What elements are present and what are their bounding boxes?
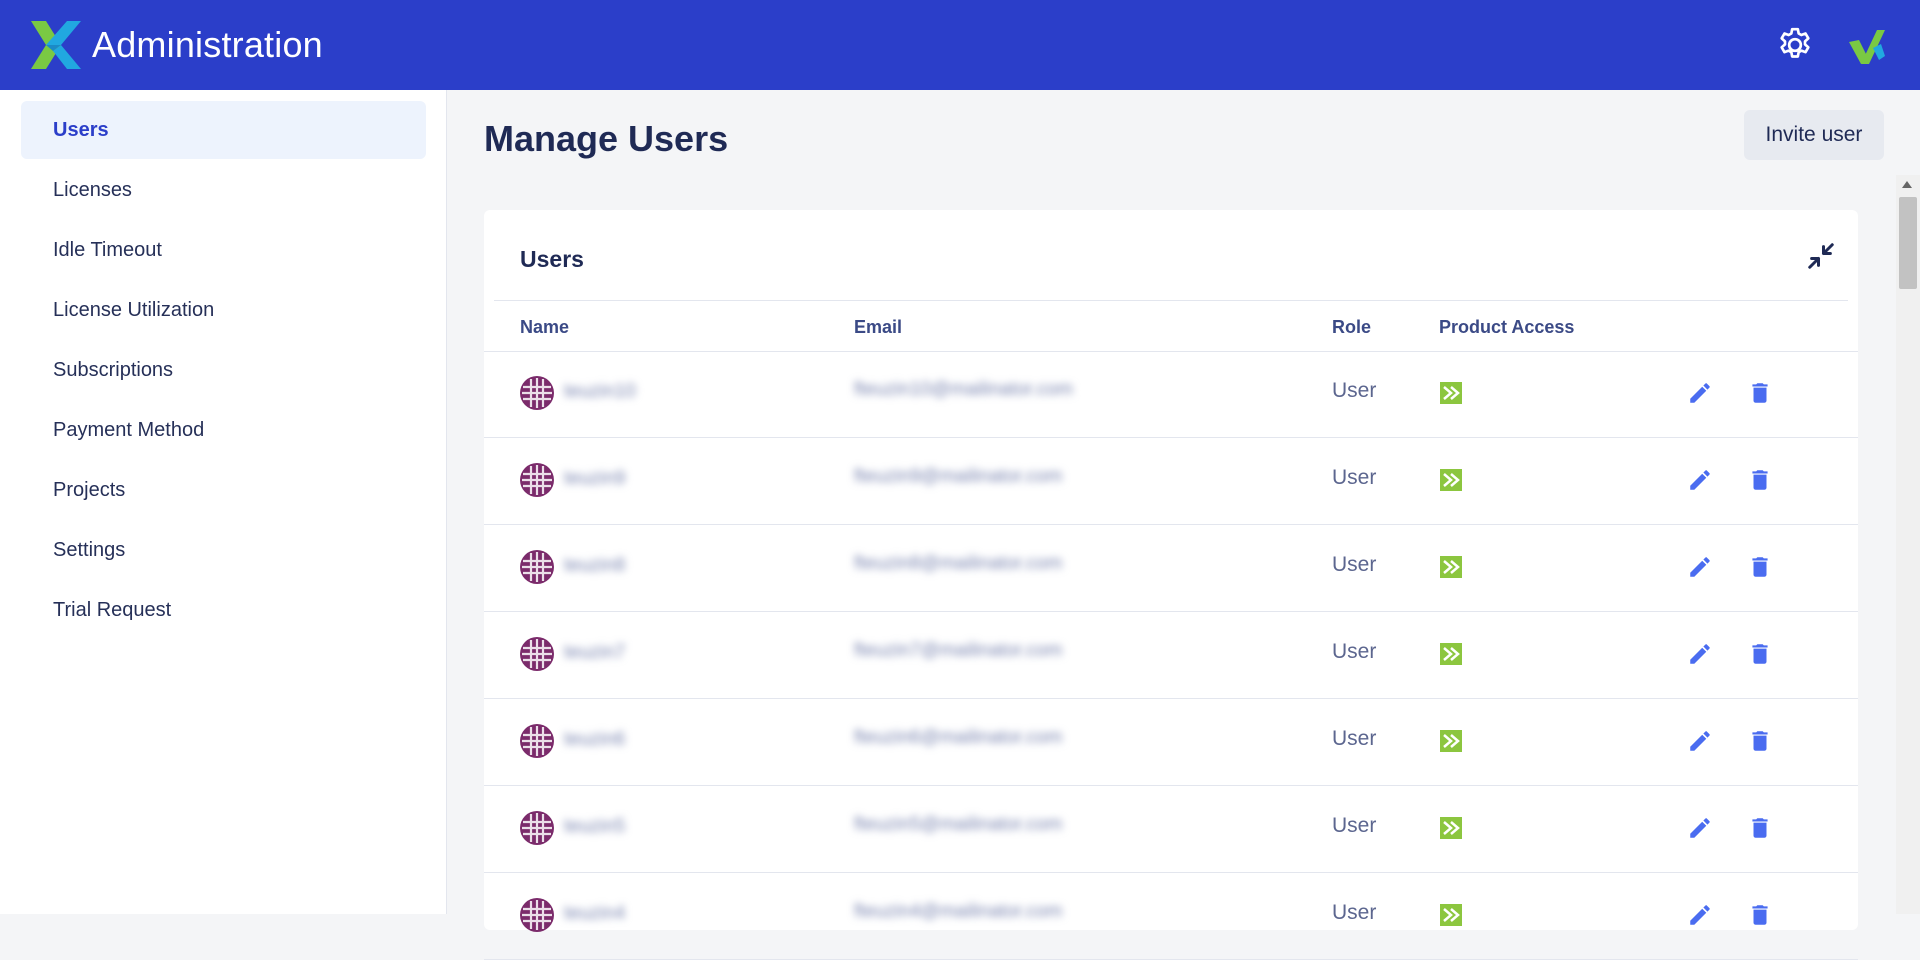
product-access-icon xyxy=(1439,381,1463,405)
user-avatar-icon xyxy=(519,723,555,759)
product-access-icon xyxy=(1439,555,1463,579)
x-logo-icon[interactable] xyxy=(31,21,81,69)
delete-trash-icon[interactable] xyxy=(1747,641,1773,667)
collapse-icon[interactable] xyxy=(1806,241,1836,271)
main-content: Manage Users Invite user Users Name Emai… xyxy=(447,90,1896,960)
app-title: Administration xyxy=(92,24,323,65)
gear-icon[interactable] xyxy=(1775,25,1815,65)
product-access-icon xyxy=(1439,468,1463,492)
delete-trash-icon[interactable] xyxy=(1747,728,1773,754)
page-title: Manage Users xyxy=(484,118,729,159)
sidebar-item-settings[interactable]: Settings xyxy=(21,521,426,579)
product-access-icon xyxy=(1439,642,1463,666)
delete-trash-icon[interactable] xyxy=(1747,815,1773,841)
top-bar: Administration xyxy=(0,0,1920,90)
sidebar: Users Licenses Idle Timeout License Util… xyxy=(0,90,447,914)
delete-trash-icon[interactable] xyxy=(1747,902,1773,928)
user-name: teuzin4 xyxy=(564,903,626,924)
sidebar-item-subscriptions[interactable]: Subscriptions xyxy=(21,341,426,399)
user-avatar-icon xyxy=(519,375,555,411)
user-email: fteuzin6@mailinator.com xyxy=(854,727,1063,748)
edit-pencil-icon[interactable] xyxy=(1687,554,1713,580)
edit-pencil-icon[interactable] xyxy=(1687,641,1713,667)
user-email: fteuzin7@mailinator.com xyxy=(854,640,1063,661)
user-avatar-icon xyxy=(519,462,555,498)
edit-pencil-icon[interactable] xyxy=(1687,815,1713,841)
vertical-scrollbar[interactable] xyxy=(1896,175,1920,914)
user-avatar-icon xyxy=(519,549,555,585)
column-header-email[interactable]: Email xyxy=(854,317,902,338)
scroll-up-arrow-icon[interactable] xyxy=(1902,181,1912,188)
sidebar-item-idle-timeout[interactable]: Idle Timeout xyxy=(21,221,426,279)
sidebar-item-trial-request[interactable]: Trial Request xyxy=(21,581,426,639)
table-row: teuzin4 fteuzin4@mailinator.com User xyxy=(484,873,1858,960)
user-role: User xyxy=(1332,901,1377,924)
user-role: User xyxy=(1332,466,1377,489)
invite-user-button[interactable]: Invite user xyxy=(1744,110,1884,160)
sidebar-item-license-utilization[interactable]: License Utilization xyxy=(21,281,426,339)
brand-avatar-icon[interactable] xyxy=(1847,26,1887,66)
column-header-product-access[interactable]: Product Access xyxy=(1439,317,1574,338)
scroll-thumb[interactable] xyxy=(1899,197,1917,289)
table-row: teuzin9 fteuzin9@mailinator.com User xyxy=(484,438,1858,525)
product-access-icon xyxy=(1439,903,1463,927)
delete-trash-icon[interactable] xyxy=(1747,554,1773,580)
user-role: User xyxy=(1332,379,1377,402)
column-header-role[interactable]: Role xyxy=(1332,317,1371,338)
user-name: teuzin8 xyxy=(564,555,626,576)
edit-pencil-icon[interactable] xyxy=(1687,902,1713,928)
table-header: Name Email Role Product Access xyxy=(484,301,1858,352)
edit-pencil-icon[interactable] xyxy=(1687,467,1713,493)
table-row: teuzin5 fteuzin5@mailinator.com User xyxy=(484,786,1858,873)
user-email: fteuzin9@mailinator.com xyxy=(854,466,1063,487)
sidebar-item-projects[interactable]: Projects xyxy=(21,461,426,519)
table-row: teuzin10 fteuzin10@mailinator.com User xyxy=(484,351,1858,438)
user-email: fteuzin5@mailinator.com xyxy=(854,814,1063,835)
table-row: teuzin8 fteuzin8@mailinator.com User xyxy=(484,525,1858,612)
delete-trash-icon[interactable] xyxy=(1747,467,1773,493)
user-email: fteuzin8@mailinator.com xyxy=(854,553,1063,574)
edit-pencil-icon[interactable] xyxy=(1687,380,1713,406)
edit-pencil-icon[interactable] xyxy=(1687,728,1713,754)
sidebar-item-users[interactable]: Users xyxy=(21,101,426,159)
user-avatar-icon xyxy=(519,897,555,933)
sidebar-item-licenses[interactable]: Licenses xyxy=(21,161,426,219)
product-access-icon xyxy=(1439,816,1463,840)
user-name: teuzin7 xyxy=(564,642,626,663)
table-row: teuzin7 fteuzin7@mailinator.com User xyxy=(484,612,1858,699)
user-email: fteuzin10@mailinator.com xyxy=(854,379,1073,400)
product-access-icon xyxy=(1439,729,1463,753)
user-name: teuzin6 xyxy=(564,729,626,750)
user-email: fteuzin4@mailinator.com xyxy=(854,901,1063,922)
user-role: User xyxy=(1332,553,1377,576)
sidebar-item-payment-method[interactable]: Payment Method xyxy=(21,401,426,459)
user-name: teuzin5 xyxy=(564,816,626,837)
users-card: Users Name Email Role Product Access teu… xyxy=(484,210,1858,960)
user-name: teuzin10 xyxy=(564,381,636,402)
user-avatar-icon xyxy=(519,636,555,672)
user-avatar-icon xyxy=(519,810,555,846)
column-header-name[interactable]: Name xyxy=(520,317,569,338)
user-role: User xyxy=(1332,727,1377,750)
user-role: User xyxy=(1332,640,1377,663)
user-role: User xyxy=(1332,814,1377,837)
card-title: Users xyxy=(520,246,584,272)
table-row: teuzin6 fteuzin6@mailinator.com User xyxy=(484,699,1858,786)
delete-trash-icon[interactable] xyxy=(1747,380,1773,406)
user-name: teuzin9 xyxy=(564,468,626,489)
